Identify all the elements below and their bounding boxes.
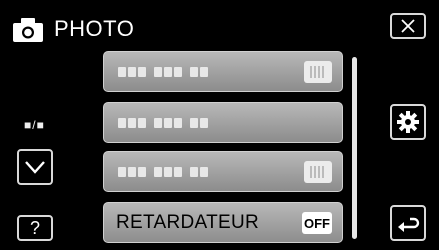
page-indicator: ■/■ [24, 118, 45, 132]
menu-item-1[interactable] [103, 51, 343, 92]
help-label: ? [29, 217, 40, 238]
menu-item-3[interactable] [103, 151, 343, 192]
scrollbar[interactable] [352, 57, 357, 239]
row-text-placeholder [118, 167, 208, 177]
close-button[interactable] [390, 13, 426, 39]
back-button[interactable] [390, 205, 426, 241]
chevron-down-icon [25, 161, 45, 174]
row-text-placeholder [118, 67, 208, 77]
page-title: PHOTO [54, 16, 135, 41]
menu-item-2[interactable] [103, 102, 343, 143]
status-badge: OFF [302, 212, 332, 234]
help-button[interactable]: ? [17, 215, 53, 241]
gear-icon [397, 111, 419, 133]
return-icon [398, 217, 420, 232]
setting-icon [304, 61, 332, 83]
row-text-placeholder [118, 118, 208, 128]
menu-item-self-timer[interactable]: RETARDATEUR OFF [103, 202, 343, 243]
scroll-down-button[interactable] [17, 149, 53, 185]
menu-item-label: RETARDATEUR [116, 212, 259, 233]
setting-icon [304, 161, 332, 183]
settings-button[interactable] [390, 104, 426, 140]
camera-icon [13, 18, 43, 42]
close-icon [401, 19, 415, 33]
